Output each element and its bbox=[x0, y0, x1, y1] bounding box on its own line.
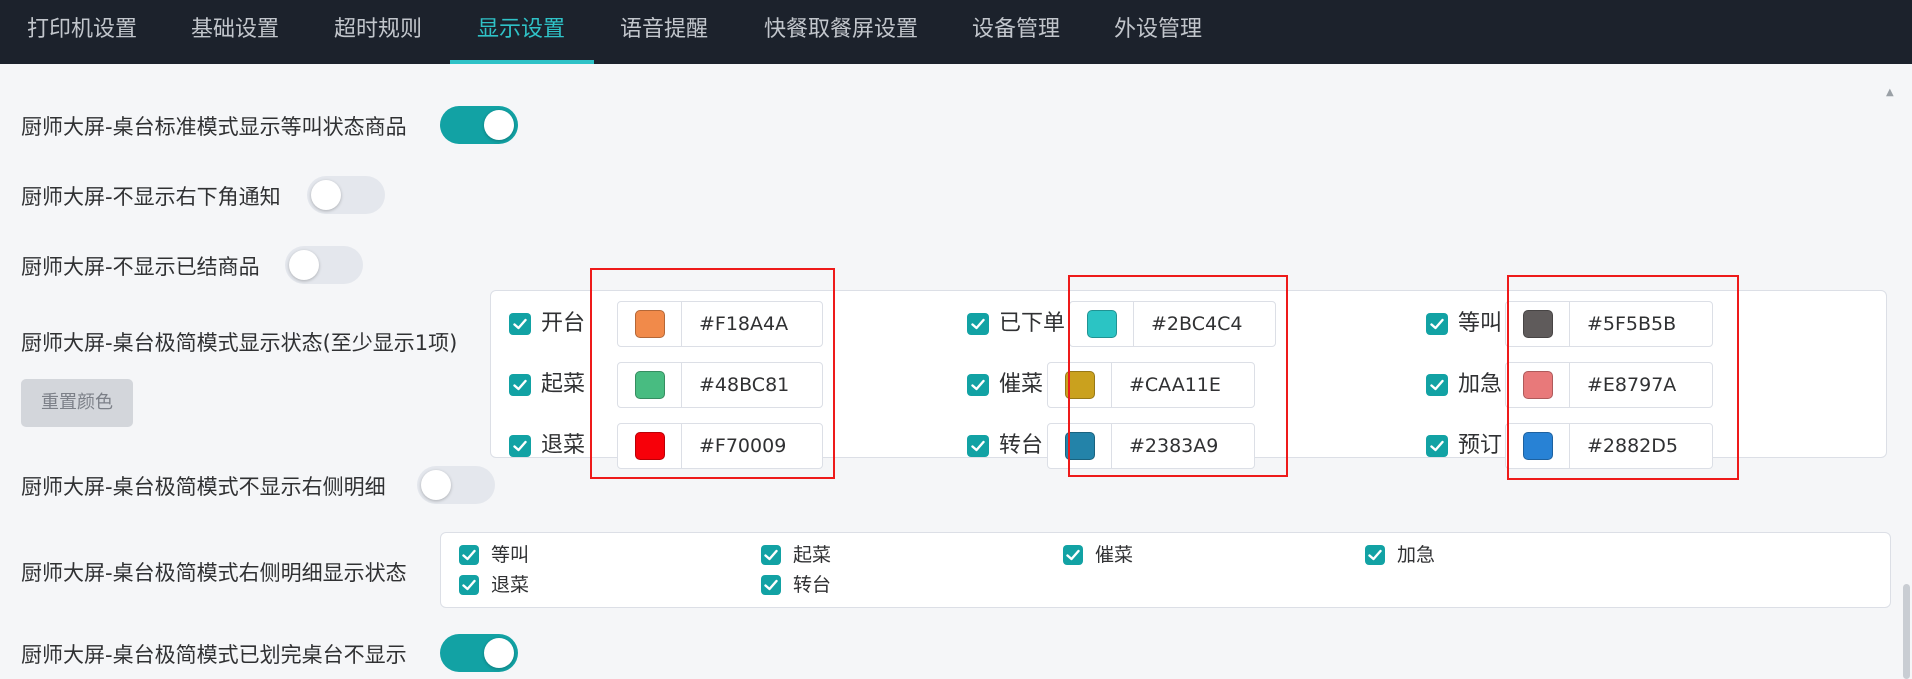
highlight-box bbox=[1507, 275, 1739, 480]
status-name: 退菜 bbox=[541, 433, 586, 458]
tab-timeout-rules[interactable]: 超时规则 bbox=[334, 0, 422, 64]
checkmark-icon bbox=[462, 549, 476, 561]
detail-checkbox[interactable] bbox=[1365, 545, 1385, 565]
status-name: 催菜 bbox=[999, 372, 1044, 397]
toggle-knob bbox=[484, 638, 514, 668]
status-checkbox[interactable] bbox=[1426, 374, 1448, 396]
checkmark-icon bbox=[1430, 440, 1444, 452]
detail-checkbox[interactable] bbox=[459, 575, 479, 595]
detail-status-panel: 等叫 起菜 催菜 加急 退菜 转台 bbox=[440, 532, 1891, 608]
status-name: 转台 bbox=[999, 433, 1044, 458]
scroll-up-arrow-icon[interactable]: ▲ bbox=[1886, 87, 1894, 98]
tab-device-management[interactable]: 设备管理 bbox=[972, 0, 1060, 64]
checkmark-icon bbox=[513, 379, 527, 391]
setting-label-right-detail-status: 厨师大屏-桌台极简模式右侧明细显示状态 bbox=[21, 561, 407, 585]
status-checkbox[interactable] bbox=[967, 374, 989, 396]
checkmark-icon bbox=[971, 318, 985, 330]
toggle-show-waiting-items[interactable] bbox=[440, 106, 518, 144]
checkmark-icon bbox=[1066, 549, 1080, 561]
setting-label-hide-completed-tables: 厨师大屏-桌台极简模式已划完桌台不显示 bbox=[21, 643, 407, 667]
status-name: 起菜 bbox=[541, 372, 586, 397]
tab-peripheral-management[interactable]: 外设管理 bbox=[1114, 0, 1202, 64]
status-checkbox[interactable] bbox=[509, 313, 531, 335]
detail-checkbox[interactable] bbox=[459, 545, 479, 565]
tab-basic-settings[interactable]: 基础设置 bbox=[191, 0, 279, 64]
detail-status-name: 起菜 bbox=[793, 544, 832, 566]
status-checkbox[interactable] bbox=[1426, 435, 1448, 457]
status-name: 加急 bbox=[1458, 372, 1503, 397]
checkmark-icon bbox=[764, 549, 778, 561]
detail-checkbox[interactable] bbox=[761, 545, 781, 565]
checkmark-icon bbox=[513, 440, 527, 452]
checkmark-icon bbox=[1368, 549, 1382, 561]
highlight-box bbox=[1068, 275, 1288, 477]
detail-checkbox[interactable] bbox=[761, 575, 781, 595]
status-name: 预订 bbox=[1458, 433, 1503, 458]
setting-label-hide-corner-notice: 厨师大屏-不显示右下角通知 bbox=[21, 185, 281, 209]
top-tab-bar: 打印机设置 基础设置 超时规则 显示设置 语音提醒 快餐取餐屏设置 设备管理 外… bbox=[0, 0, 1912, 64]
reset-colors-button[interactable]: 重置颜色 bbox=[21, 379, 133, 427]
highlight-box bbox=[590, 268, 835, 479]
status-name: 已下单 bbox=[999, 311, 1066, 336]
setting-label-show-waiting-items: 厨师大屏-桌台标准模式显示等叫状态商品 bbox=[21, 115, 407, 139]
setting-label-hide-right-detail: 厨师大屏-桌台极简模式不显示右侧明细 bbox=[21, 475, 386, 499]
toggle-knob bbox=[484, 110, 514, 140]
status-checkbox[interactable] bbox=[1426, 313, 1448, 335]
checkmark-icon bbox=[513, 318, 527, 330]
detail-status-name: 转台 bbox=[793, 574, 832, 596]
settings-content: ▲ 厨师大屏-桌台标准模式显示等叫状态商品 厨师大屏-不显示右下角通知 厨师大屏… bbox=[0, 64, 1912, 679]
detail-checkbox[interactable] bbox=[1063, 545, 1083, 565]
checkmark-icon bbox=[971, 440, 985, 452]
tab-printer-settings[interactable]: 打印机设置 bbox=[27, 0, 137, 64]
detail-status-name: 催菜 bbox=[1095, 544, 1134, 566]
detail-status-name: 等叫 bbox=[491, 544, 530, 566]
checkmark-icon bbox=[462, 579, 476, 591]
toggle-knob bbox=[421, 470, 451, 500]
setting-label-minimal-status: 厨师大屏-桌台极简模式显示状态(至少显示1项) bbox=[21, 331, 458, 355]
status-checkbox[interactable] bbox=[509, 374, 531, 396]
status-checkbox[interactable] bbox=[967, 435, 989, 457]
status-name: 开台 bbox=[541, 311, 586, 336]
scrollbar-thumb[interactable] bbox=[1903, 584, 1910, 679]
checkmark-icon bbox=[1430, 379, 1444, 391]
tab-voice-reminder[interactable]: 语音提醒 bbox=[620, 0, 708, 64]
toggle-hide-corner-notice[interactable] bbox=[307, 176, 385, 214]
status-name: 等叫 bbox=[1458, 311, 1503, 336]
detail-status-name: 加急 bbox=[1397, 544, 1436, 566]
toggle-hide-right-detail[interactable] bbox=[417, 466, 495, 504]
checkmark-icon bbox=[1430, 318, 1444, 330]
tab-display-settings[interactable]: 显示设置 bbox=[477, 0, 565, 64]
checkmark-icon bbox=[971, 379, 985, 391]
tab-pickup-screen-settings[interactable]: 快餐取餐屏设置 bbox=[764, 0, 918, 64]
setting-label-hide-settled-items: 厨师大屏-不显示已结商品 bbox=[21, 255, 260, 279]
toggle-knob bbox=[311, 180, 341, 210]
status-checkbox[interactable] bbox=[509, 435, 531, 457]
status-checkbox[interactable] bbox=[967, 313, 989, 335]
checkmark-icon bbox=[764, 579, 778, 591]
detail-status-name: 退菜 bbox=[491, 574, 530, 596]
toggle-knob bbox=[289, 250, 319, 280]
toggle-hide-settled-items[interactable] bbox=[285, 246, 363, 284]
toggle-hide-completed-tables[interactable] bbox=[440, 634, 518, 672]
